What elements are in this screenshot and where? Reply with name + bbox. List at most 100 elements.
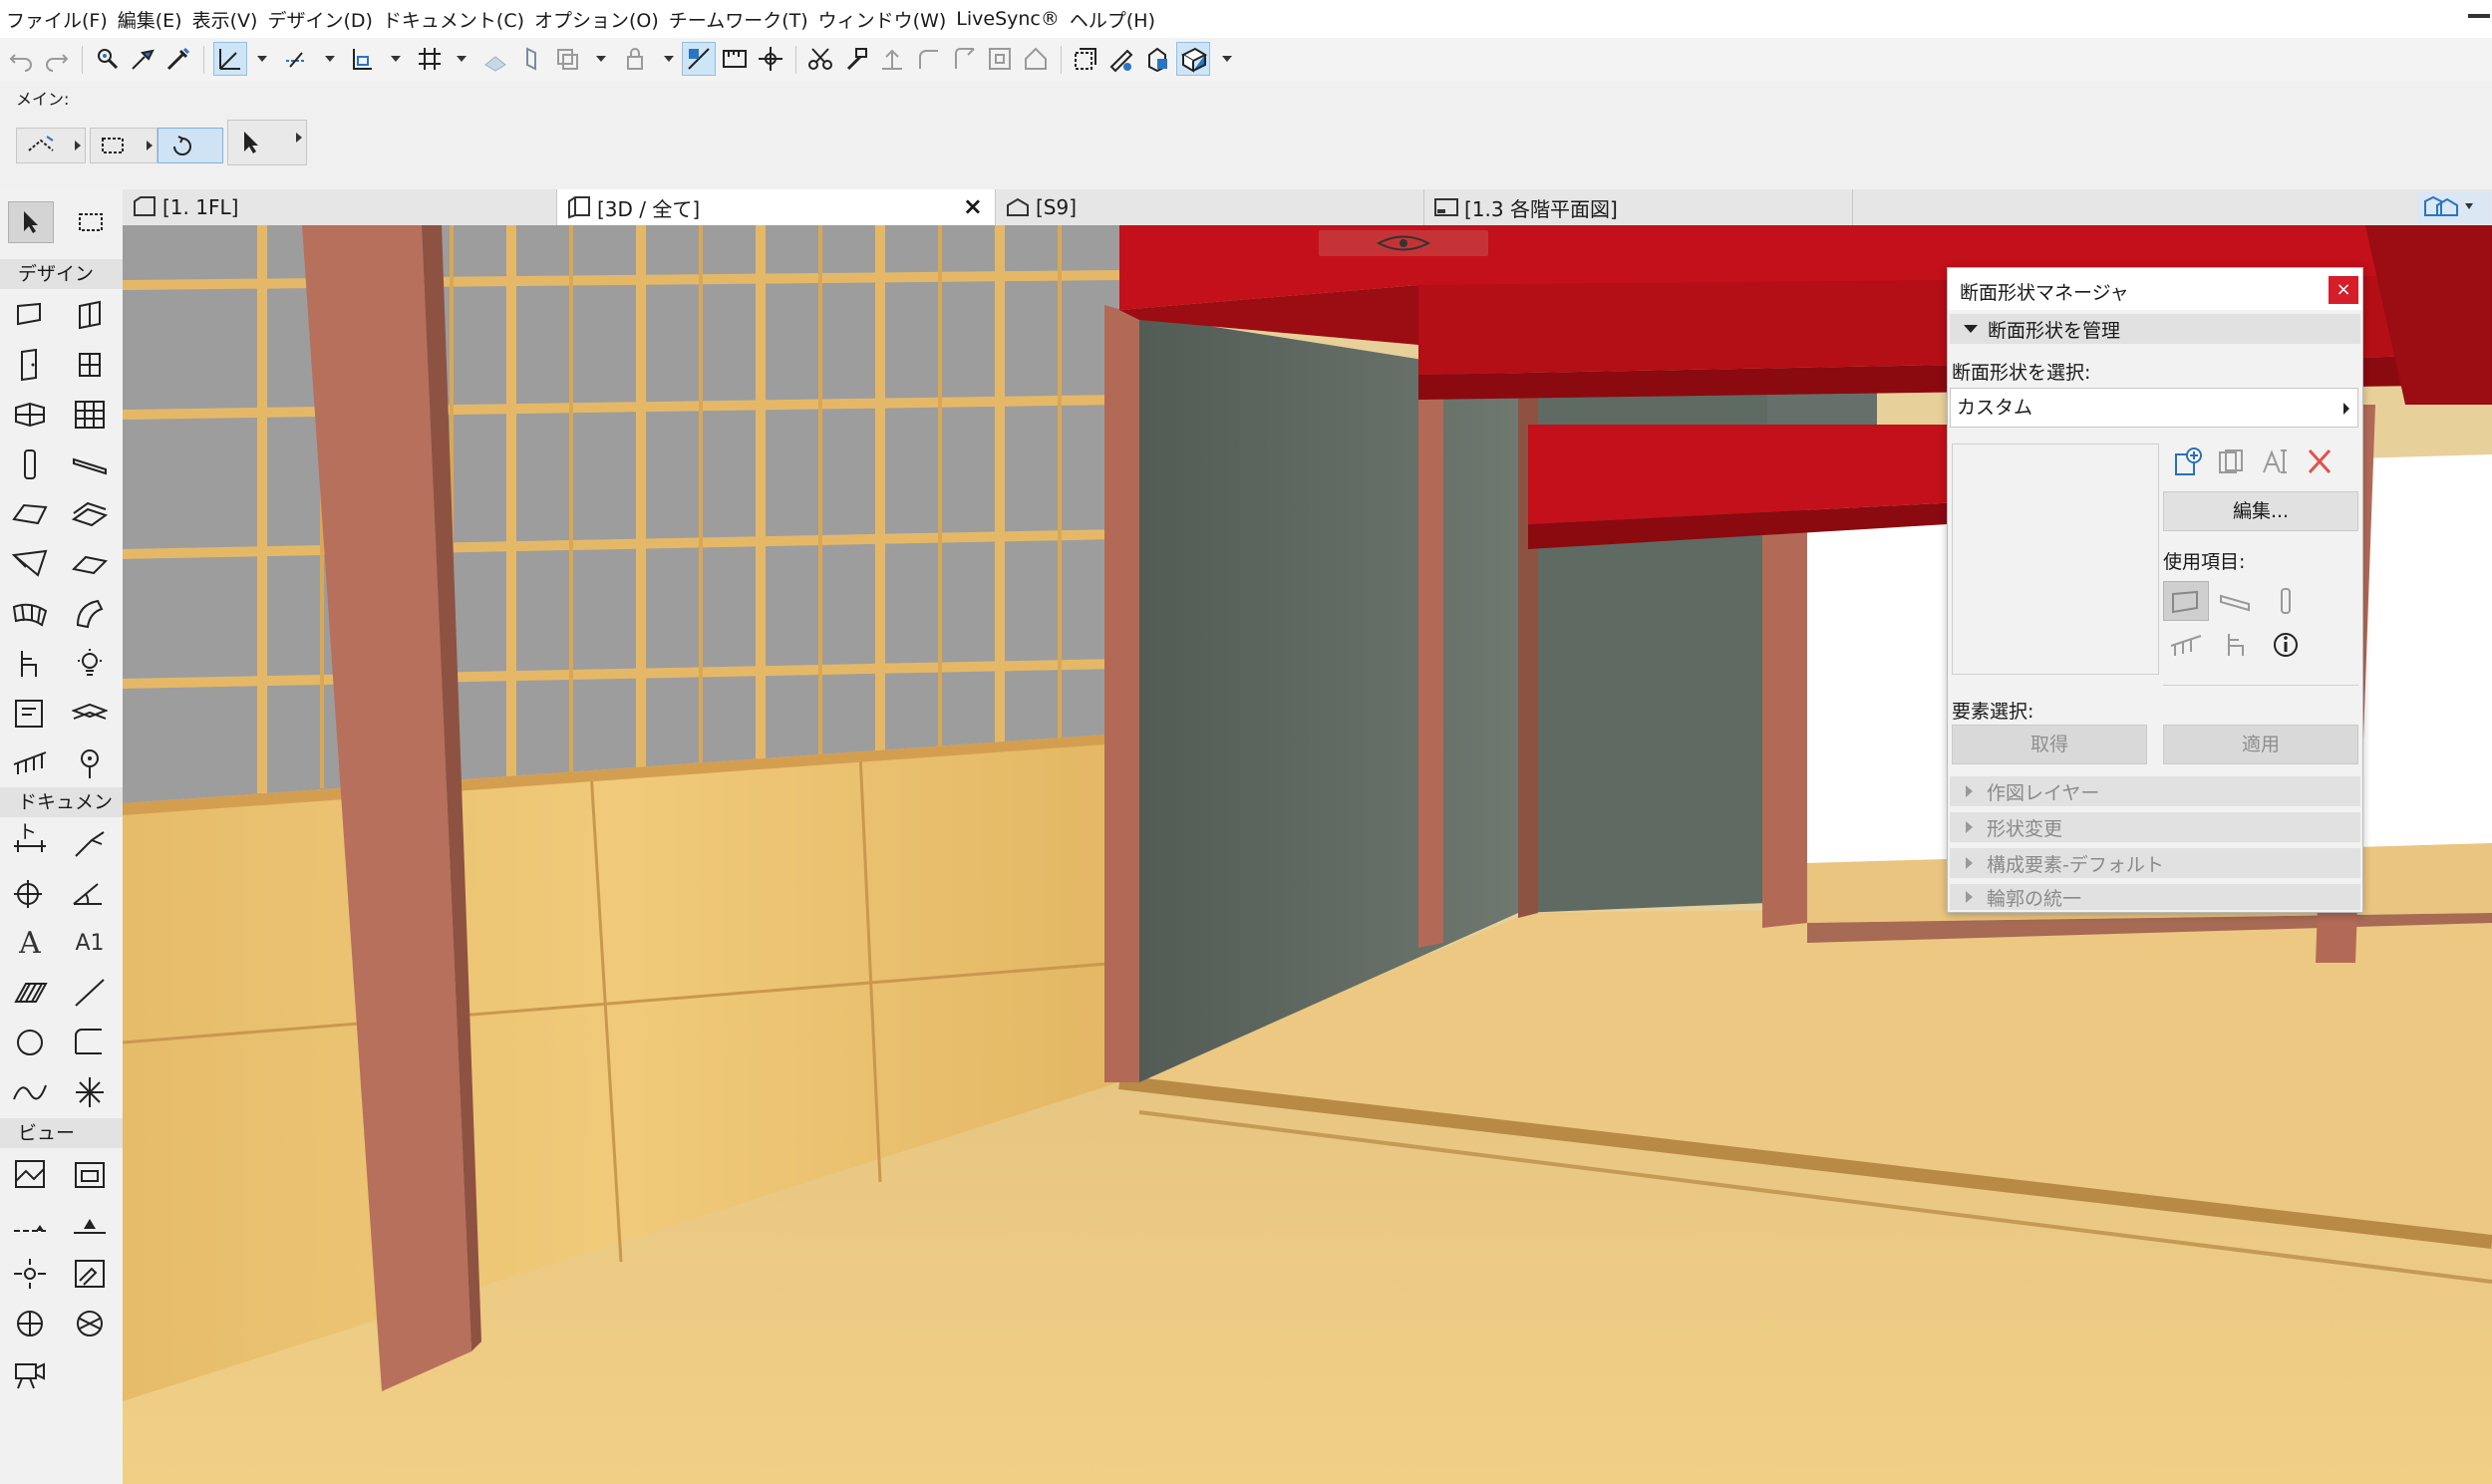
undo-button[interactable] <box>4 42 38 76</box>
spline-tool[interactable] <box>8 1072 52 1112</box>
railing-tool[interactable] <box>68 694 112 734</box>
elevation-tool[interactable] <box>68 1204 112 1244</box>
show-selection-button[interactable] <box>682 42 716 76</box>
trace-button[interactable] <box>550 42 584 76</box>
3d-document-button[interactable] <box>1104 42 1138 76</box>
zone-tool[interactable] <box>8 694 52 734</box>
curtain-wall-tool[interactable] <box>68 295 112 335</box>
section-component-defaults[interactable]: 構成要素-デフォルト <box>1950 848 2360 878</box>
drawing-tool[interactable] <box>68 1154 112 1194</box>
fill-tool[interactable] <box>8 973 52 1013</box>
menu-edit[interactable]: 編集(E) <box>112 6 186 33</box>
radial-dimension-tool[interactable] <box>8 873 52 913</box>
tab-s9[interactable]: [S9] <box>996 189 1424 225</box>
profile-info-button[interactable] <box>2263 625 2309 665</box>
redo-button[interactable] <box>40 42 74 76</box>
dropdown-arrow-icon[interactable] <box>325 56 335 62</box>
adjust-button[interactable] <box>839 42 873 76</box>
section-modify-shape[interactable]: 形状変更 <box>1950 812 2360 842</box>
menu-teamwork[interactable]: チームワーク(T) <box>663 6 812 33</box>
marquee-3d-button[interactable] <box>1069 42 1102 76</box>
inject-parameters-button[interactable] <box>161 42 195 76</box>
get-profile-button[interactable]: 取得 <box>1952 725 2147 764</box>
3d-viewport[interactable]: 断面形状マネージャ × 断面形状を管理 断面形状を選択: カスタム 編集... … <box>123 225 2492 1484</box>
level-dimension-tool[interactable] <box>68 823 112 863</box>
tab-1fl[interactable]: [1. 1FL] <box>123 189 557 225</box>
toolbox-section-design[interactable]: デザイン <box>0 259 123 289</box>
arrow-tool-button[interactable] <box>227 120 307 165</box>
arrow-tool[interactable] <box>8 201 54 243</box>
tab-list-button[interactable] <box>2417 191 2491 223</box>
dropdown-arrow-icon[interactable] <box>391 56 401 62</box>
profile-select-dropdown[interactable]: カスタム <box>1950 388 2358 428</box>
camera-tool[interactable] <box>8 1353 52 1393</box>
selection-method-button[interactable] <box>16 128 86 163</box>
polyline-tool[interactable] <box>68 1023 112 1062</box>
tab-layout[interactable]: [1.3 各階平面図] <box>1424 189 1853 225</box>
handrail-tool[interactable] <box>8 743 52 783</box>
guide-lines-button[interactable] <box>279 42 313 76</box>
dropdown-arrow-icon[interactable] <box>457 56 467 62</box>
object-tool[interactable] <box>8 644 52 684</box>
dimension-measure-button[interactable] <box>718 42 752 76</box>
grid-button[interactable] <box>413 42 447 76</box>
arc-circle-tool[interactable] <box>8 1023 52 1062</box>
section-drafting-layer[interactable]: 作図レイヤー <box>1950 776 2360 806</box>
dimension-tool[interactable] <box>8 823 52 863</box>
curtain-grid-tool[interactable] <box>68 395 112 435</box>
section-tool[interactable] <box>8 1204 52 1244</box>
label-tool[interactable]: A1 <box>68 923 112 963</box>
lock-button[interactable] <box>618 42 652 76</box>
dropdown-arrow-icon[interactable] <box>664 56 674 62</box>
marquee-method-button[interactable] <box>90 128 157 163</box>
new-profile-button[interactable] <box>2169 444 2207 479</box>
detail-tool[interactable] <box>8 1304 52 1343</box>
fillet-button[interactable] <box>911 42 945 76</box>
text-tool[interactable]: A <box>8 923 52 963</box>
palette-title-bar[interactable]: 断面形状マネージャ × <box>1948 268 2362 310</box>
use-wall-toggle[interactable] <box>2163 581 2209 621</box>
snap-points-button[interactable] <box>345 42 379 76</box>
wall-tool[interactable] <box>8 295 52 335</box>
toolbox-section-view[interactable]: ビュー <box>0 1118 123 1148</box>
close-palette-button[interactable]: × <box>2329 276 2358 304</box>
layer-button[interactable] <box>514 42 548 76</box>
find-select-button[interactable] <box>90 42 124 76</box>
menu-design[interactable]: デザイン(D) <box>261 6 376 33</box>
offset-button[interactable] <box>947 42 981 76</box>
section-unify-outline[interactable]: 輪郭の統一 <box>1950 884 2360 910</box>
window-tool[interactable] <box>68 345 112 385</box>
angle-dimension-tool[interactable] <box>68 873 112 913</box>
beam-tool[interactable] <box>68 445 112 484</box>
edit-profile-button[interactable]: 編集... <box>2163 491 2358 531</box>
stair-tool[interactable] <box>68 494 112 534</box>
split-button[interactable] <box>803 42 837 76</box>
hotspot-tool[interactable] <box>68 1072 112 1112</box>
marquee-tool[interactable] <box>68 201 114 243</box>
grid-snap-button[interactable] <box>213 42 247 76</box>
close-tab-icon[interactable]: × <box>963 192 983 220</box>
use-handrail-toggle[interactable] <box>2163 625 2209 665</box>
line-tool[interactable] <box>68 973 112 1013</box>
location-tool[interactable] <box>68 743 112 783</box>
figure-tool[interactable] <box>8 1154 52 1194</box>
lamp-tool[interactable] <box>68 644 112 684</box>
menu-document[interactable]: ドキュメント(C) <box>377 6 528 33</box>
roof-tool[interactable] <box>8 544 52 584</box>
manage-profiles-header[interactable]: 断面形状を管理 <box>1950 314 2360 344</box>
rename-profile-button[interactable] <box>2257 444 2295 479</box>
tab-3d-all[interactable]: [3D / 全て] × <box>557 189 996 225</box>
delete-profile-button[interactable] <box>2301 444 2338 479</box>
change-tool[interactable] <box>68 1304 112 1343</box>
use-column-toggle[interactable] <box>2263 581 2309 621</box>
menu-help[interactable]: ヘルプ(H) <box>1064 6 1159 33</box>
apply-profile-button[interactable]: 適用 <box>2163 725 2358 764</box>
use-beam-toggle[interactable] <box>2213 581 2259 621</box>
dropdown-arrow-icon[interactable] <box>1222 56 1232 62</box>
view-eye-control[interactable] <box>1319 230 1488 256</box>
morph-tool[interactable] <box>68 594 112 634</box>
object-grid-tool[interactable] <box>8 395 52 435</box>
pick-up-parameters-button[interactable] <box>126 42 159 76</box>
profile-list[interactable] <box>1952 444 2159 675</box>
shell-tool[interactable] <box>68 544 112 584</box>
